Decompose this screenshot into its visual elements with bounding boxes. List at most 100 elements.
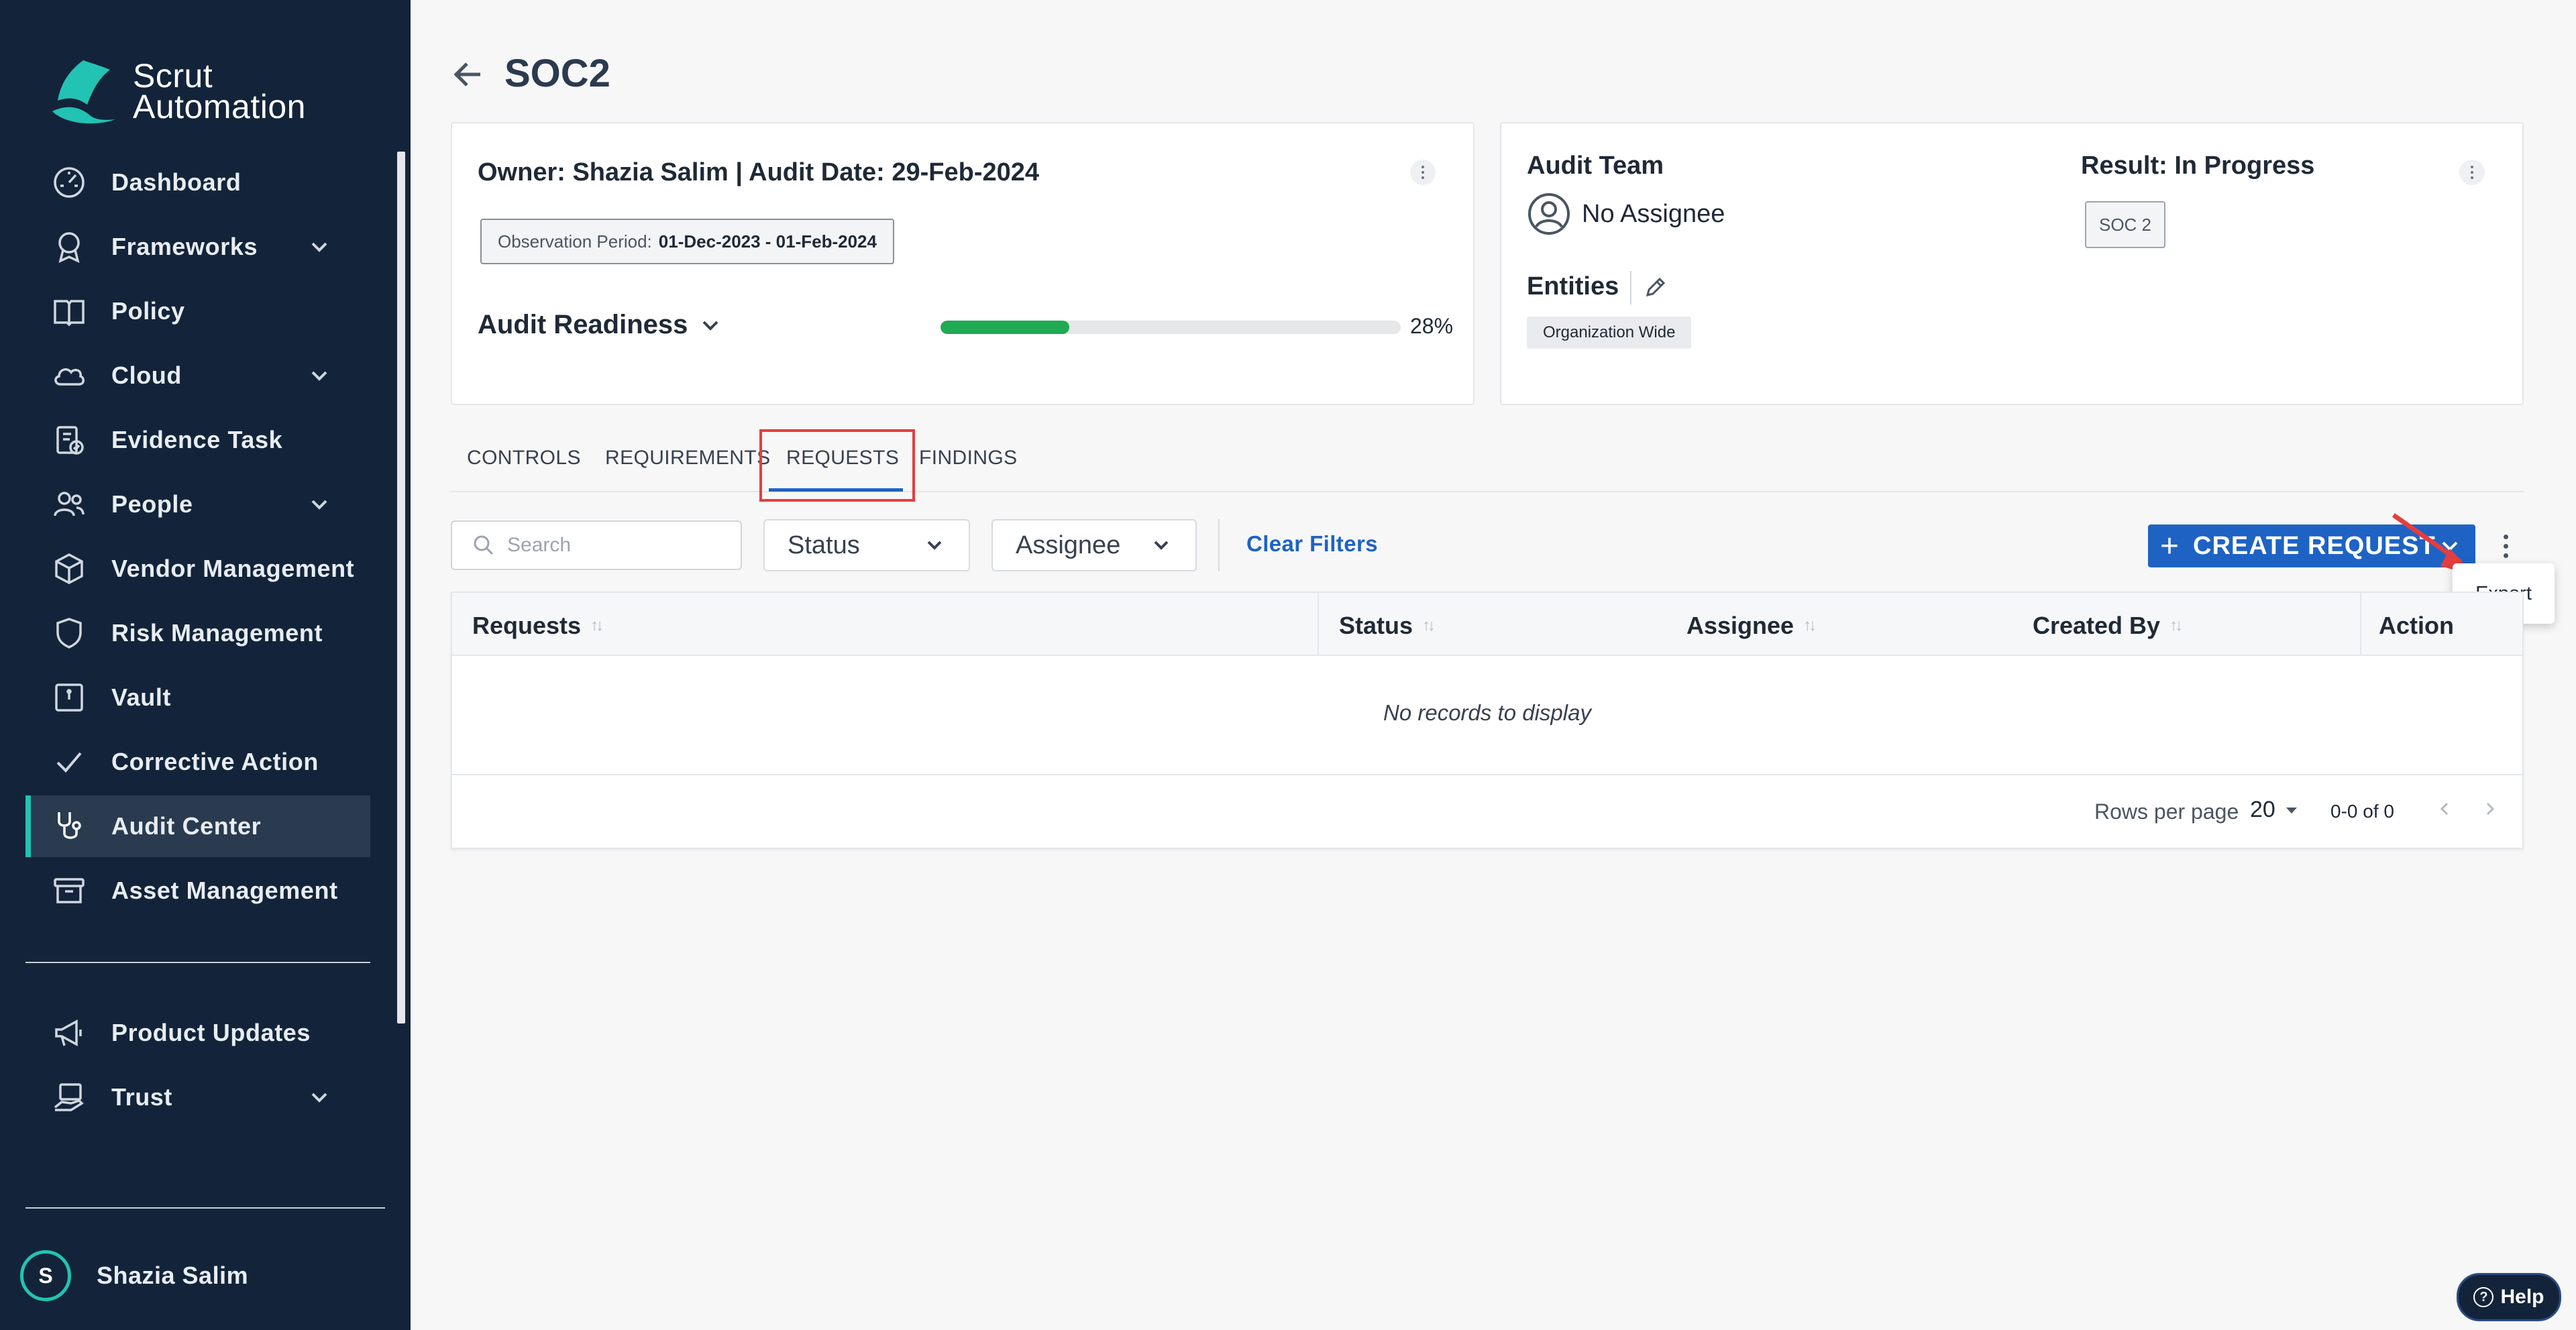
sidebar-item-frameworks[interactable]: Frameworks	[25, 216, 370, 278]
sidebar-item-vault[interactable]: Vault	[25, 667, 370, 728]
sidebar-item-risk-management[interactable]: Risk Management	[25, 602, 370, 664]
requests-table: Requests ↑↓ Status ↑↓ Assignee ↑↓ Created B…	[451, 592, 2524, 849]
sidebar-item-label: Vendor Management	[111, 555, 355, 582]
column-header-label: Status	[1339, 612, 1413, 639]
tab-controls[interactable]: CONTROLS	[467, 447, 581, 469]
column-header-requests[interactable]: Requests ↑↓	[472, 612, 604, 640]
rows-per-page-select[interactable]: 20	[2250, 797, 2301, 823]
chevron-down-icon	[927, 541, 942, 550]
book-icon	[50, 292, 89, 331]
chevron-down-icon[interactable]	[309, 365, 330, 386]
entities-label: Entities	[1527, 272, 1619, 300]
sort-icon: ↑↓	[590, 616, 604, 634]
help-button[interactable]: ? Help	[2457, 1273, 2561, 1321]
assignee-filter-label: Assignee	[1016, 531, 1121, 559]
search-input[interactable]: Search	[451, 520, 742, 570]
sidebar-item-evidence-task[interactable]: Evidence Task	[25, 409, 370, 471]
table-footer-divider	[452, 774, 2522, 775]
sidebar-item-product-updates[interactable]: Product Updates	[25, 1002, 370, 1064]
sidebar: Scrut Automation Dashboard Frameworks Po…	[0, 0, 411, 1330]
more-options-button[interactable]	[2494, 529, 2517, 563]
stethoscope-icon	[50, 807, 89, 846]
entity-tag: Organization Wide	[1527, 317, 1692, 349]
sidebar-item-people[interactable]: People	[25, 474, 370, 535]
edit-pencil-icon[interactable]	[1644, 275, 1668, 299]
page-title: SOC2	[504, 52, 610, 95]
sidebar-item-audit-center[interactable]: Audit Center	[25, 795, 370, 857]
clear-filters-button[interactable]: Clear Filters	[1246, 531, 1378, 557]
kebab-icon	[1421, 171, 1424, 174]
previous-page-button[interactable]	[2431, 794, 2458, 824]
logo-text-line1: Scrut	[133, 57, 213, 95]
archive-icon	[50, 871, 89, 910]
sidebar-scrollbar[interactable]	[397, 152, 405, 1023]
sidebar-item-label: People	[111, 490, 193, 518]
rows-per-page-label: Rows per page	[2094, 799, 2239, 824]
column-header-action: Action	[2379, 612, 2454, 640]
status-filter-label: Status	[788, 531, 860, 559]
column-header-status[interactable]: Status ↑↓	[1339, 612, 1436, 640]
status-filter-select[interactable]: Status	[763, 519, 970, 571]
sidebar-item-label: Policy	[111, 297, 185, 325]
help-label: Help	[2500, 1286, 2544, 1308]
scrut-logo-icon	[52, 60, 115, 124]
user-circle-icon	[1528, 193, 1570, 235]
sidebar-item-label: Audit Center	[111, 812, 262, 840]
clipboard-check-icon	[50, 421, 89, 459]
sidebar-item-label: Evidence Task	[111, 426, 283, 453]
entities-divider	[1630, 271, 1631, 304]
column-header-label: Requests	[472, 612, 582, 639]
logo[interactable]: Scrut Automation	[48, 58, 306, 125]
audit-readiness-label: Audit Readiness	[478, 310, 688, 339]
audit-team-label: Audit Team	[1527, 152, 1664, 180]
audit-readiness-toggle[interactable]: Audit Readiness	[478, 310, 724, 340]
back-arrow-icon[interactable]	[451, 58, 484, 91]
check-icon	[50, 742, 89, 781]
caret-down-icon	[2286, 807, 2297, 814]
column-divider	[1318, 593, 1319, 656]
chevron-down-icon[interactable]	[309, 1087, 330, 1108]
question-circle-icon: ?	[2473, 1287, 2494, 1307]
column-header-created-by[interactable]: Created By ↑↓	[2033, 612, 2183, 640]
sort-icon: ↑↓	[2169, 616, 2183, 634]
assignee-filter-select[interactable]: Assignee	[991, 519, 1197, 571]
sidebar-item-dashboard[interactable]: Dashboard	[25, 152, 370, 213]
sidebar-item-asset-management[interactable]: Asset Management	[25, 860, 370, 922]
column-divider	[2360, 593, 2361, 656]
user-profile[interactable]: S Shazia Salim	[20, 1250, 248, 1301]
sidebar-item-cloud[interactable]: Cloud	[25, 345, 370, 406]
dashboard-gauge-icon	[50, 163, 89, 202]
tab-requirements[interactable]: REQUIREMENTS	[605, 447, 771, 469]
sidebar-item-corrective-action[interactable]: Corrective Action	[25, 731, 370, 793]
sidebar-item-label: Trust	[111, 1083, 173, 1111]
vertical-dots-icon	[2503, 543, 2508, 549]
column-header-assignee[interactable]: Assignee ↑↓	[1686, 612, 1817, 640]
sidebar-item-trust[interactable]: Trust	[25, 1066, 370, 1128]
card-menu-button[interactable]	[2459, 160, 2485, 185]
tab-findings[interactable]: FINDINGS	[919, 447, 1018, 469]
award-ribbon-icon	[50, 227, 89, 266]
observation-period-badge: Observation Period: 01-Dec-2023 - 01-Feb…	[480, 219, 894, 264]
sidebar-item-vendor-management[interactable]: Vendor Management	[25, 538, 370, 600]
sidebar-item-label: Dashboard	[111, 168, 241, 196]
assignee-row[interactable]: No Assignee	[1527, 192, 1725, 236]
people-icon	[50, 485, 89, 524]
audit-summary-card: Owner: Shazia Salim | Audit Date: 29-Feb…	[451, 122, 1474, 405]
audit-team-card: Audit Team No Assignee Result: In Progre…	[1500, 122, 2524, 405]
pagination-range: 0-0 of 0	[2330, 801, 2394, 822]
user-name: Shazia Salim	[97, 1262, 249, 1289]
sort-icon: ↑↓	[1803, 616, 1817, 634]
sidebar-item-policy[interactable]: Policy	[25, 280, 370, 342]
chevron-down-icon[interactable]	[309, 236, 330, 258]
sidebar-item-label: Cloud	[111, 362, 182, 389]
column-header-label: Action	[2379, 612, 2454, 639]
progress-fill	[941, 321, 1070, 334]
filter-divider	[1218, 519, 1220, 571]
shield-icon	[50, 614, 89, 653]
chevron-down-icon[interactable]	[309, 494, 330, 515]
sidebar-item-label: Frameworks	[111, 233, 258, 260]
sidebar-item-label: Corrective Action	[111, 748, 319, 775]
next-page-button[interactable]	[2477, 794, 2504, 824]
result-status: Result: In Progress	[2081, 152, 2315, 180]
card-menu-button[interactable]	[1410, 160, 1436, 185]
